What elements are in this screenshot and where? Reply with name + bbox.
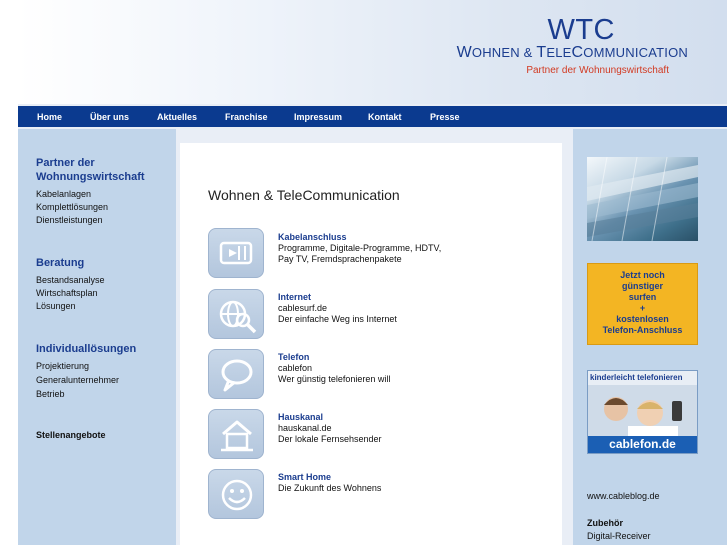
service-title-kabelanschluss[interactable]: Kabelanschluss <box>278 232 347 242</box>
service-title-internet[interactable]: Internet <box>278 292 311 302</box>
page-title: Wohnen & TeleCommunication <box>208 187 400 203</box>
sidebar-link-betrieb[interactable]: Betrieb <box>36 388 65 400</box>
sidebar-link-kabelanlagen[interactable]: Kabelanlagen <box>36 188 91 200</box>
service-desc-telefon-2: Wer günstig telefonieren will <box>278 374 391 384</box>
service-desc-internet-2: Der einfache Weg ins Internet <box>278 314 397 324</box>
service-title-telefon[interactable]: Telefon <box>278 352 309 362</box>
service-title-hauskanal[interactable]: Hauskanal <box>278 412 323 422</box>
promo-line: günstiger <box>621 281 663 291</box>
service-desc-internet-1: cablesurf.de <box>278 303 328 313</box>
promo-banner[interactable]: Jetzt noch günstiger surfen + kostenlose… <box>587 263 698 345</box>
building-photo[interactable] <box>587 157 698 241</box>
service-desc-hauskanal-1: hauskanal.de <box>278 423 332 433</box>
house-icon[interactable] <box>208 409 264 459</box>
nav-aktuelles[interactable]: Aktuelles <box>157 112 197 122</box>
promo-line: Jetzt noch <box>620 270 665 280</box>
nav-presse[interactable]: Presse <box>430 112 460 122</box>
link-digital-receiver[interactable]: Digital-Receiver <box>587 531 651 541</box>
service-desc-kabelanschluss-2: Pay TV, Fremdsprachenpakete <box>278 254 402 264</box>
logo-wtc[interactable]: WTC <box>547 14 615 47</box>
globe-search-icon[interactable] <box>208 289 264 339</box>
service-desc-telefon-1: cablefon <box>278 363 313 373</box>
smiley-icon[interactable] <box>208 469 264 519</box>
promo-line: kostenlosen <box>616 314 669 324</box>
service-desc-smart-home-1: Die Zukunft des Wohnens <box>278 483 382 493</box>
sidebar-link-komplettloesungen[interactable]: Komplettlösungen <box>36 201 108 213</box>
link-cableblog[interactable]: www.cableblog.de <box>587 491 660 501</box>
service-title-smart-home[interactable]: Smart Home <box>278 472 331 482</box>
logo-tagline: Partner der Wohnungswirtschaft <box>526 65 669 76</box>
sidebar-link-stellenangebote[interactable]: Stellenangebote <box>36 430 106 440</box>
nav-home[interactable]: Home <box>37 112 62 122</box>
cablefon-banner[interactable]: kinderleicht telefonieren cablefon.de <box>587 370 698 454</box>
top-navigation: Home Über uns Aktuelles Franchise Impres… <box>18 104 727 129</box>
sidebar-link-dienstleistungen[interactable]: Dienstleistungen <box>36 214 103 226</box>
sidebar-link-wirtschaftsplan[interactable]: Wirtschaftsplan <box>36 287 98 299</box>
sidebar-heading-partner[interactable]: Partner der Wohnungswirtschaft <box>36 156 145 184</box>
nav-ueber-uns[interactable]: Über uns <box>90 112 129 122</box>
heading-zubehoer: Zubehör <box>587 518 623 528</box>
promo-line: + <box>639 303 646 313</box>
sidebar-link-projektierung[interactable]: Projektierung <box>36 360 89 372</box>
service-desc-hauskanal-2: Der lokale Fernsehsender <box>278 434 382 444</box>
nav-impressum[interactable]: Impressum <box>294 112 342 122</box>
sidebar-link-loesungen[interactable]: Lösungen <box>36 300 76 312</box>
cable-plug-icon[interactable] <box>208 228 264 278</box>
cablefon-domain: cablefon.de <box>588 436 697 453</box>
promo-line: Telefon-Anschluss <box>602 325 683 335</box>
service-desc-kabelanschluss-1: Programme, Digitale-Programme, HDTV, <box>278 243 442 253</box>
logo-company-name: WOHNEN & TELECOMMUNICATION <box>456 44 688 61</box>
sidebar-heading-individualloesungen[interactable]: Individuallösungen <box>36 342 136 356</box>
nav-kontakt[interactable]: Kontakt <box>368 112 402 122</box>
speech-bubble-icon[interactable] <box>208 349 264 399</box>
nav-franchise[interactable]: Franchise <box>225 112 268 122</box>
promo-line: surfen <box>628 292 657 302</box>
sidebar-heading-beratung[interactable]: Beratung <box>36 256 84 270</box>
sidebar-link-generalunternehmer[interactable]: Generalunternehmer <box>36 374 119 386</box>
sidebar-link-bestandsanalyse[interactable]: Bestandsanalyse <box>36 274 105 286</box>
